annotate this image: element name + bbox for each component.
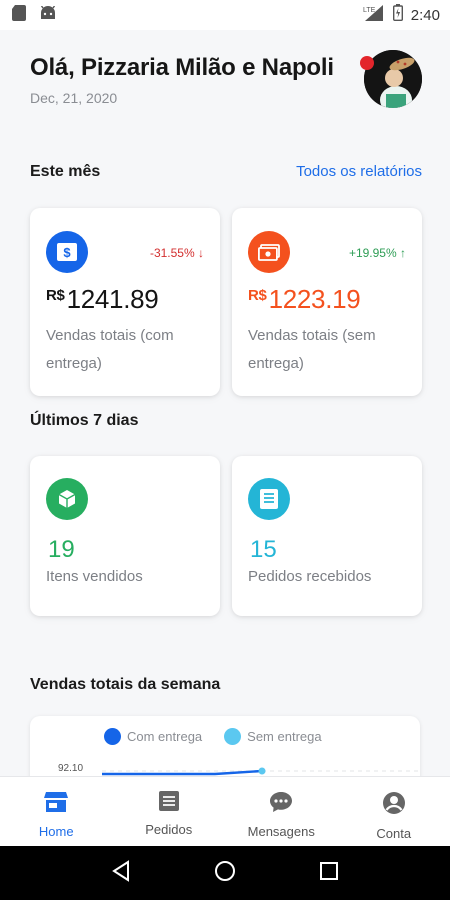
account-icon bbox=[382, 791, 406, 820]
dollar-icon: $ bbox=[46, 231, 88, 273]
y-tick-label: 92.10 bbox=[58, 763, 84, 774]
nav-item-account[interactable]: Conta bbox=[338, 777, 450, 846]
nav-label: Pedidos bbox=[145, 822, 193, 837]
signal-icon: LTE bbox=[363, 4, 385, 26]
data-point bbox=[258, 767, 266, 775]
section-title-weekly-sales: Vendas totais da semana bbox=[30, 676, 221, 693]
card-label: Pedidos recebidos bbox=[248, 568, 372, 585]
legend-swatch bbox=[224, 728, 242, 745]
back-icon[interactable] bbox=[111, 859, 131, 887]
recents-icon[interactable] bbox=[319, 861, 339, 886]
android-icon bbox=[40, 5, 56, 25]
system-navigation-bar bbox=[0, 846, 450, 900]
nav-label: Conta bbox=[376, 826, 412, 841]
page-title: Olá, Pizzaria Milão e Napoli bbox=[30, 54, 334, 81]
arrow-down-icon: ↓ bbox=[198, 246, 204, 260]
nav-item-home[interactable]: Home bbox=[0, 777, 113, 846]
items-sold-card[interactable]: 19 Itens vendidos bbox=[30, 456, 220, 616]
sales-amount: R$1223.19 bbox=[248, 284, 361, 314]
legend-item-com-entrega[interactable]: Com entrega bbox=[104, 728, 202, 745]
card-label: Itens vendidos bbox=[46, 568, 143, 585]
sales-with-delivery-card[interactable]: $ -31.55% ↓ R$1241.89 Vendas totais (com… bbox=[30, 208, 220, 396]
card-label: Vendas totais (sem entrega) bbox=[248, 327, 376, 372]
card-label: Vendas totais (com entrega) bbox=[46, 327, 174, 372]
change-indicator: +19.95% ↑ bbox=[348, 246, 406, 260]
home-circle-icon[interactable] bbox=[214, 860, 236, 887]
legend-swatch bbox=[104, 728, 121, 745]
svg-text:LTE: LTE bbox=[363, 7, 376, 14]
orders-received-card[interactable]: 15 Pedidos recebidos bbox=[232, 456, 422, 616]
chart-legend: Com entrega Sem entrega bbox=[104, 728, 322, 745]
cash-icon bbox=[248, 231, 290, 273]
legend-item-sem-entrega[interactable]: Sem entrega bbox=[224, 728, 322, 745]
box-icon bbox=[46, 478, 88, 520]
arrow-up-icon: ↑ bbox=[400, 246, 406, 260]
orders-received-count: 15 bbox=[250, 536, 277, 563]
notification-dot bbox=[360, 56, 374, 70]
bottom-navigation: Home Pedidos Mensagens Conta bbox=[0, 776, 450, 846]
sales-amount: R$1241.89 bbox=[46, 284, 159, 314]
status-bar: LTE 2:40 bbox=[0, 0, 450, 30]
store-icon bbox=[44, 791, 69, 818]
nav-label: Home bbox=[38, 824, 74, 839]
change-indicator: -31.55% ↓ bbox=[149, 246, 204, 260]
status-time: 2:40 bbox=[410, 6, 440, 24]
chat-icon bbox=[269, 791, 293, 818]
section-title-last-7-days: Últimos 7 dias bbox=[30, 412, 139, 429]
current-date: Dec, 21, 2020 bbox=[30, 90, 118, 106]
receipt-icon bbox=[248, 478, 290, 520]
sales-without-delivery-card[interactable]: +19.95% ↑ R$1223.19 Vendas totais (sem e… bbox=[232, 208, 422, 396]
items-sold-count: 19 bbox=[48, 536, 75, 563]
svg-text:$: $ bbox=[63, 245, 71, 260]
all-reports-link[interactable]: Todos os relatórios bbox=[296, 163, 422, 180]
nav-label: Mensagens bbox=[247, 824, 315, 839]
nav-item-messages[interactable]: Mensagens bbox=[225, 777, 338, 846]
battery-icon bbox=[392, 4, 403, 26]
section-title-this-month: Este mês bbox=[30, 163, 101, 180]
list-icon bbox=[158, 791, 179, 816]
nav-item-orders[interactable]: Pedidos bbox=[113, 777, 226, 846]
sd-card-icon bbox=[12, 4, 26, 26]
